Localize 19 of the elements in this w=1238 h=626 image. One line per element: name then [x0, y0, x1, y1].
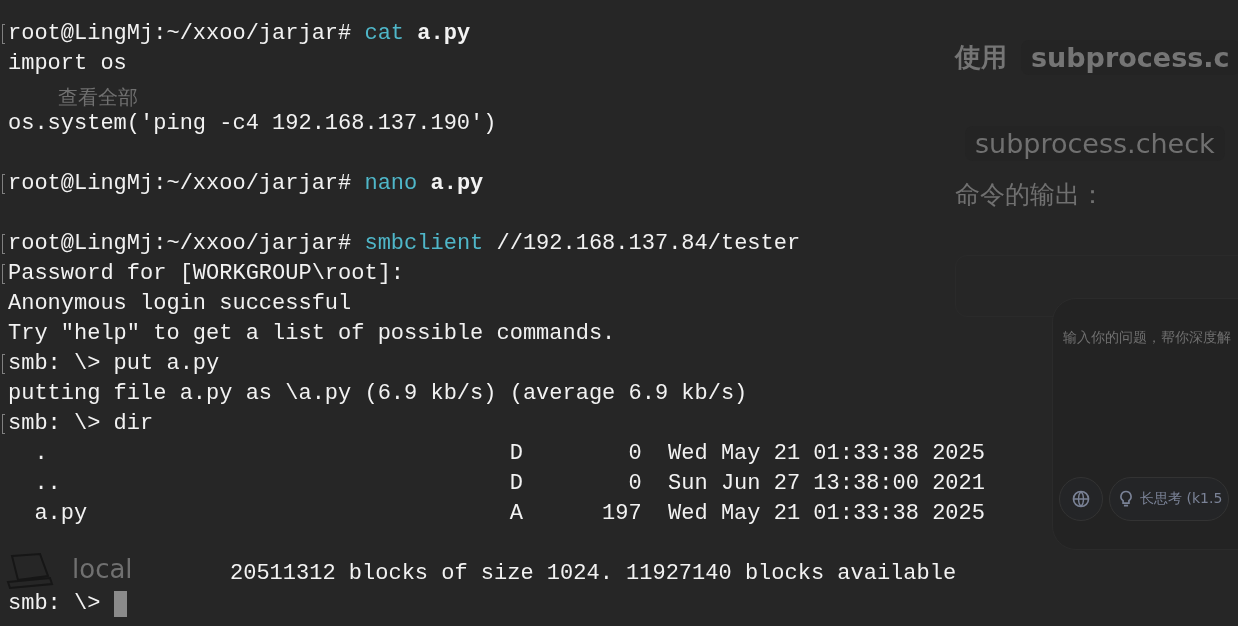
- terminal-line: Anonymous login successful: [7, 290, 352, 318]
- terminal-line: . D 0 Wed May 21 01:33:38 2025: [33, 440, 985, 468]
- web-search-button[interactable]: [1059, 477, 1103, 521]
- output-caption: 命令的输出：: [955, 179, 1105, 211]
- terminal-line: putting file a.py as \a.py (6.9 kb/s) (average 6.9 kb/s): [7, 380, 748, 408]
- terminal-line: a.py A 197 Wed May 21 01:33:38 2025: [33, 500, 985, 528]
- device-label: local: [72, 554, 133, 584]
- input-placeholder: 输入你的问题，帮你深度解: [1063, 329, 1231, 347]
- terminal-line: import os: [7, 50, 127, 78]
- terminal-line: os.system('ping -c4 192.168.137.190'): [7, 110, 497, 138]
- long-think-button[interactable]: 长思考 (k1.5: [1109, 477, 1230, 521]
- view-all-link[interactable]: 查看全部: [58, 84, 138, 111]
- chat-input-box[interactable]: 输入你的问题，帮你深度解 长思考 (k1.5: [1052, 298, 1238, 550]
- globe-icon: [1071, 489, 1091, 509]
- terminal-line: smb: \>: [7, 590, 102, 618]
- terminal-line: .. D 0 Sun Jun 27 13:38:00 2021: [33, 470, 985, 498]
- terminal-line: 20511312 blocks of size 1024. 11927140 blocks available: [229, 560, 957, 588]
- terminal-line: Try "help" to get a list of possible commands.: [7, 320, 616, 348]
- heading-text: 使用: [955, 41, 1007, 74]
